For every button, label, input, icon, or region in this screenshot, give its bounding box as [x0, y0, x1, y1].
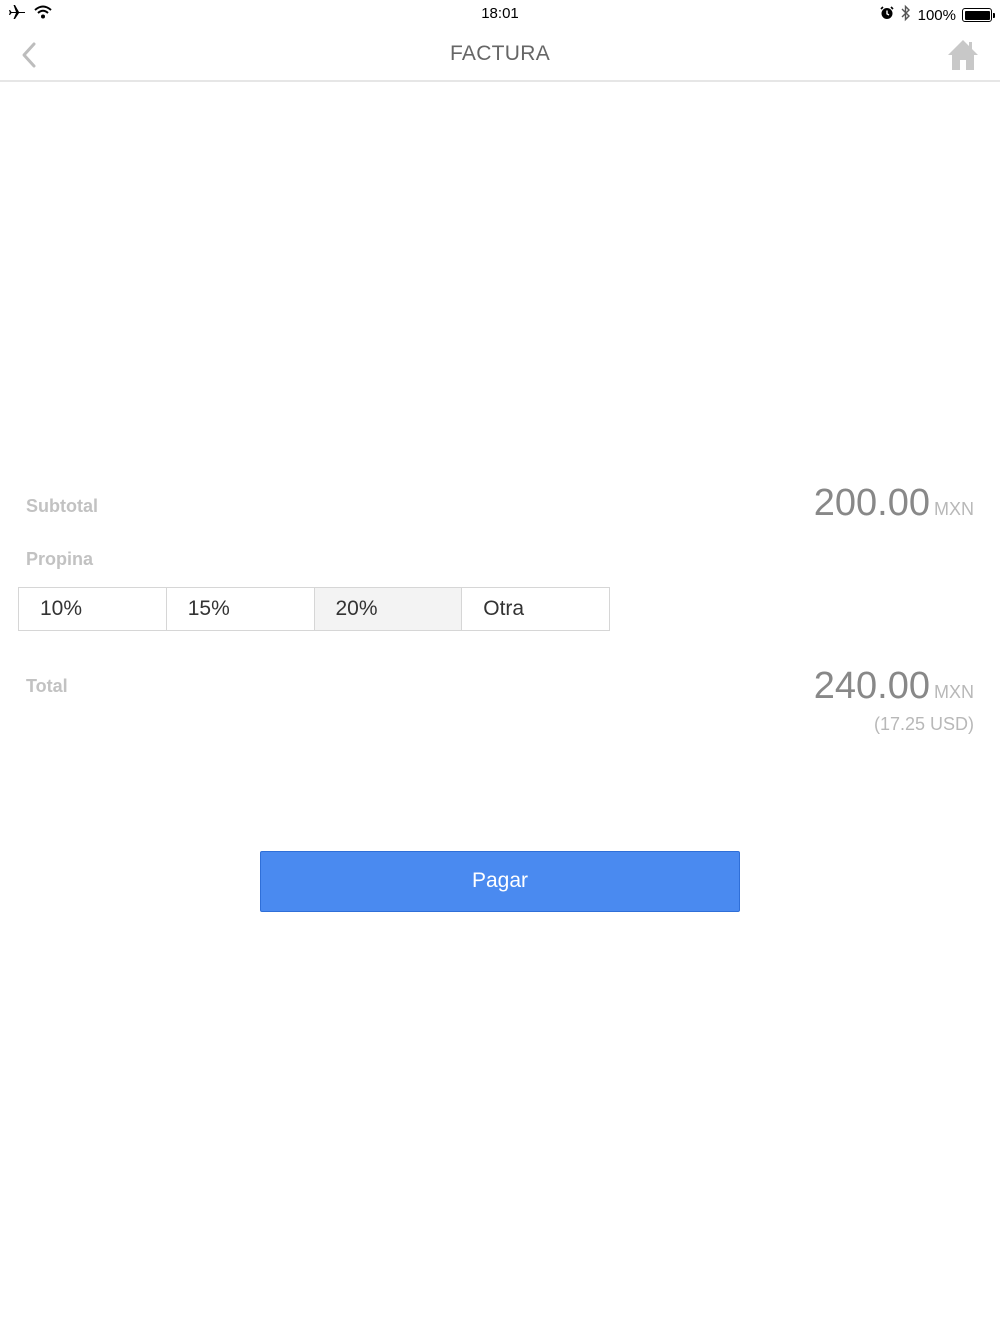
total-currency: MXN — [934, 682, 974, 702]
tip-option-other[interactable]: Otra — [462, 588, 609, 630]
subtotal-amount: 200.00 MXN — [814, 482, 974, 525]
bluetooth-icon — [900, 4, 912, 26]
alarm-icon — [880, 6, 894, 24]
status-right: 100% — [880, 4, 995, 26]
subtotal-label: Subtotal — [26, 496, 98, 516]
battery-icon — [962, 8, 995, 22]
subtotal-value: 200.00 — [813, 482, 930, 524]
subtotal-currency: MXN — [934, 499, 974, 519]
status-bar: 18:01 100% — [0, 0, 1000, 28]
tip-option-10[interactable]: 10% — [19, 588, 167, 630]
home-icon — [948, 40, 978, 70]
home-button[interactable] — [946, 38, 980, 72]
battery-text: 100% — [917, 6, 956, 24]
tip-label: Propina — [26, 549, 94, 569]
battery-fill — [964, 10, 990, 20]
total-amount: 240.00 MXN — [814, 665, 974, 708]
nav-bar: FACTURA — [0, 28, 1000, 82]
tip-option-15[interactable]: 15% — [166, 588, 315, 630]
total-label: Total — [26, 676, 68, 696]
total-value: 240.00 — [813, 665, 930, 707]
page-title: FACTURA — [449, 42, 551, 65]
pay-button[interactable]: Pagar — [260, 851, 740, 912]
status-time: 18:01 — [481, 5, 519, 22]
total-converted-usd: (17.25 USD) — [873, 714, 974, 734]
tip-segmented-control: 10% 15% 20% Otra — [18, 587, 610, 631]
tip-option-20[interactable]: 20% — [314, 588, 463, 630]
